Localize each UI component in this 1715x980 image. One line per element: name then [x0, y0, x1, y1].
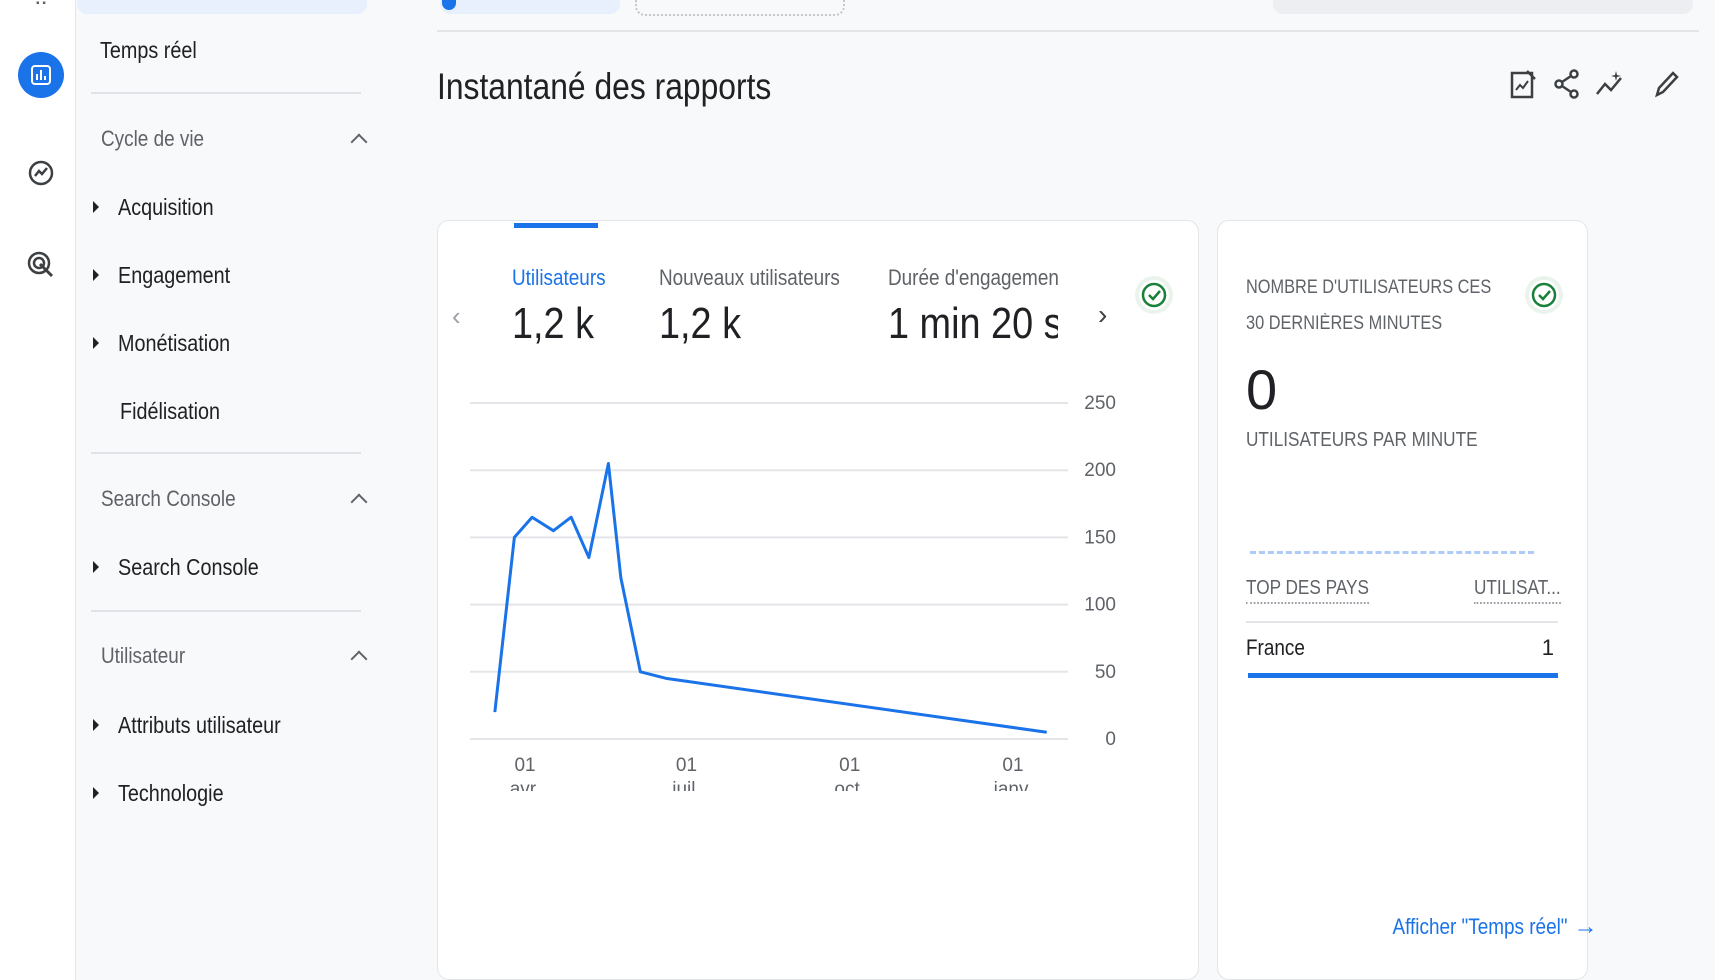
- x-tick-day: 01: [514, 755, 535, 776]
- view-realtime-label: Afficher "Temps réel": [1392, 914, 1568, 939]
- x-tick-month: juil.: [671, 779, 701, 791]
- country-share-bar: [1248, 673, 1558, 678]
- x-tick-day: 01: [839, 755, 860, 776]
- y-tick-label: 0: [1105, 729, 1116, 750]
- nav-section-title: Utilisateur: [101, 643, 186, 668]
- nav-section-user[interactable]: Utilisateur: [101, 641, 371, 671]
- nav-item-label: Search Console: [118, 553, 259, 580]
- users-column-header[interactable]: UTILISAT...: [1474, 577, 1561, 604]
- chevron-up-icon: [350, 650, 368, 668]
- chevron-up-icon: [350, 133, 368, 151]
- realtime-subtitle: UTILISATEURS PAR MINUTE: [1246, 429, 1478, 451]
- y-tick-label: 50: [1095, 662, 1116, 683]
- check-circle-icon: [1139, 280, 1169, 310]
- metric-label: Utilisateurs: [512, 265, 606, 290]
- caret-right-icon: [93, 719, 99, 731]
- nav-item-label: Technologie: [118, 779, 224, 806]
- x-tick-month: oct.: [834, 779, 865, 791]
- chevron-up-icon: [350, 493, 368, 511]
- explore-icon[interactable]: [18, 150, 64, 196]
- header-divider: [437, 30, 1699, 32]
- nav-item-engagement[interactable]: Engagement: [77, 260, 377, 290]
- metric-value: 1,2 k: [512, 299, 595, 348]
- insights-icon[interactable]: [1592, 64, 1628, 104]
- metric-tab-new-users[interactable]: Nouveaux utilisateurs 1,2 k: [659, 265, 869, 349]
- nav-section-search-console[interactable]: Search Console: [101, 484, 371, 514]
- advertising-icon[interactable]: [18, 242, 64, 288]
- nav-divider: [91, 92, 361, 94]
- caret-right-icon: [93, 337, 99, 349]
- chevron-right-icon[interactable]: ›: [1098, 299, 1107, 331]
- page-title: Instantané des rapports: [437, 66, 772, 107]
- view-realtime-link[interactable]: Afficher "Temps réel" →: [1364, 913, 1598, 941]
- nav-item-label: Fidélisation: [120, 397, 221, 424]
- y-tick-label: 100: [1084, 595, 1116, 616]
- x-tick-month: janv.: [993, 779, 1033, 791]
- y-tick-label: 200: [1084, 460, 1116, 481]
- realtime-title-line2: 30 DERNIÈRES MINUTES: [1246, 313, 1443, 334]
- apps-icon[interactable]: ▪ ▪: [36, 0, 50, 9]
- caret-right-icon: [93, 269, 99, 281]
- nav-item-search-console[interactable]: Search Console: [77, 552, 377, 582]
- realtime-card: NOMBRE D'UTILISATEURS CES 30 DERNIÈRES M…: [1217, 220, 1598, 980]
- arrow-right-icon: →: [1573, 913, 1598, 940]
- top-action-bar[interactable]: [1273, 0, 1693, 14]
- metric-value: 1,2 k: [659, 299, 742, 348]
- country-cell: France: [1246, 635, 1305, 660]
- nav-item-realtime[interactable]: Temps réel: [77, 34, 377, 66]
- nav-item-label: Engagement: [118, 261, 231, 288]
- users-series-line: [493, 461, 1047, 734]
- nav-item-label: Temps réel: [100, 36, 197, 63]
- nav-item-label: Attributs utilisateur: [118, 711, 281, 738]
- icon-rail: ▪ ▪: [0, 0, 76, 980]
- chevron-left-icon[interactable]: ‹: [452, 301, 472, 331]
- count-cell: 1: [1541, 635, 1554, 660]
- x-tick-day: 01: [676, 755, 697, 776]
- nav-item-technology[interactable]: Technologie: [77, 778, 377, 808]
- reports-icon[interactable]: [18, 52, 64, 98]
- caret-right-icon: [93, 787, 99, 799]
- table-row: France 1: [1246, 635, 1558, 671]
- realtime-value: 0: [1246, 358, 1278, 421]
- y-tick-label: 150: [1084, 527, 1116, 548]
- caret-right-icon: [93, 201, 99, 213]
- metric-tab-engagement[interactable]: Durée d'engagement mc 1 min 20 s: [888, 265, 1058, 349]
- metrics-chart-card: ‹ Utilisateurs 1,2 k Nouveaux utilisateu…: [437, 220, 1199, 980]
- metric-value: 1 min 20 s: [888, 299, 1058, 348]
- country-column-header[interactable]: TOP DES PAYS: [1246, 577, 1370, 604]
- table-divider: [1246, 621, 1558, 623]
- x-tick-day: 01: [1002, 755, 1023, 776]
- nav-divider: [91, 610, 361, 612]
- nav-section-title: Cycle de vie: [101, 126, 205, 151]
- customize-report-icon[interactable]: [1505, 64, 1541, 104]
- x-tick-month: avr.: [510, 779, 541, 791]
- report-nav: Temps réel Cycle de vie Acquisition Enga…: [77, 0, 377, 980]
- share-icon[interactable]: [1549, 64, 1585, 104]
- check-circle-icon: [1529, 280, 1559, 310]
- realtime-title: NOMBRE D'UTILISATEURS CES: [1246, 277, 1492, 298]
- nav-top-strip: [77, 0, 367, 14]
- edit-icon[interactable]: [1648, 64, 1684, 104]
- nav-item-label: Acquisition: [118, 193, 214, 220]
- metric-label: Nouveaux utilisateurs: [659, 265, 840, 290]
- nav-item-user-attributes[interactable]: Attributs utilisateur: [77, 710, 377, 740]
- date-chip[interactable]: [440, 0, 620, 14]
- metric-label: Durée d'engagement mc: [888, 265, 1058, 290]
- users-line-chart: 250 200 150 100 50 0 01 avr. 01 juil. 01 oct. 01 janv…: [470, 393, 1116, 791]
- nav-section-title: Search Console: [101, 486, 236, 511]
- metric-tab-users[interactable]: Utilisateurs 1,2 k: [512, 265, 621, 349]
- realtime-sparkline: [1250, 551, 1534, 554]
- nav-divider: [91, 452, 361, 454]
- nav-item-monetization[interactable]: Monétisation: [77, 328, 377, 358]
- nav-section-lifecycle[interactable]: Cycle de vie: [101, 124, 371, 154]
- caret-right-icon: [93, 561, 99, 573]
- y-tick-label: 250: [1084, 393, 1116, 414]
- active-tab-indicator: [514, 223, 598, 228]
- nav-item-acquisition[interactable]: Acquisition: [77, 192, 377, 222]
- nav-item-retention[interactable]: Fidélisation: [77, 396, 377, 426]
- comparison-chip[interactable]: [635, 0, 845, 16]
- nav-item-label: Monétisation: [118, 329, 231, 356]
